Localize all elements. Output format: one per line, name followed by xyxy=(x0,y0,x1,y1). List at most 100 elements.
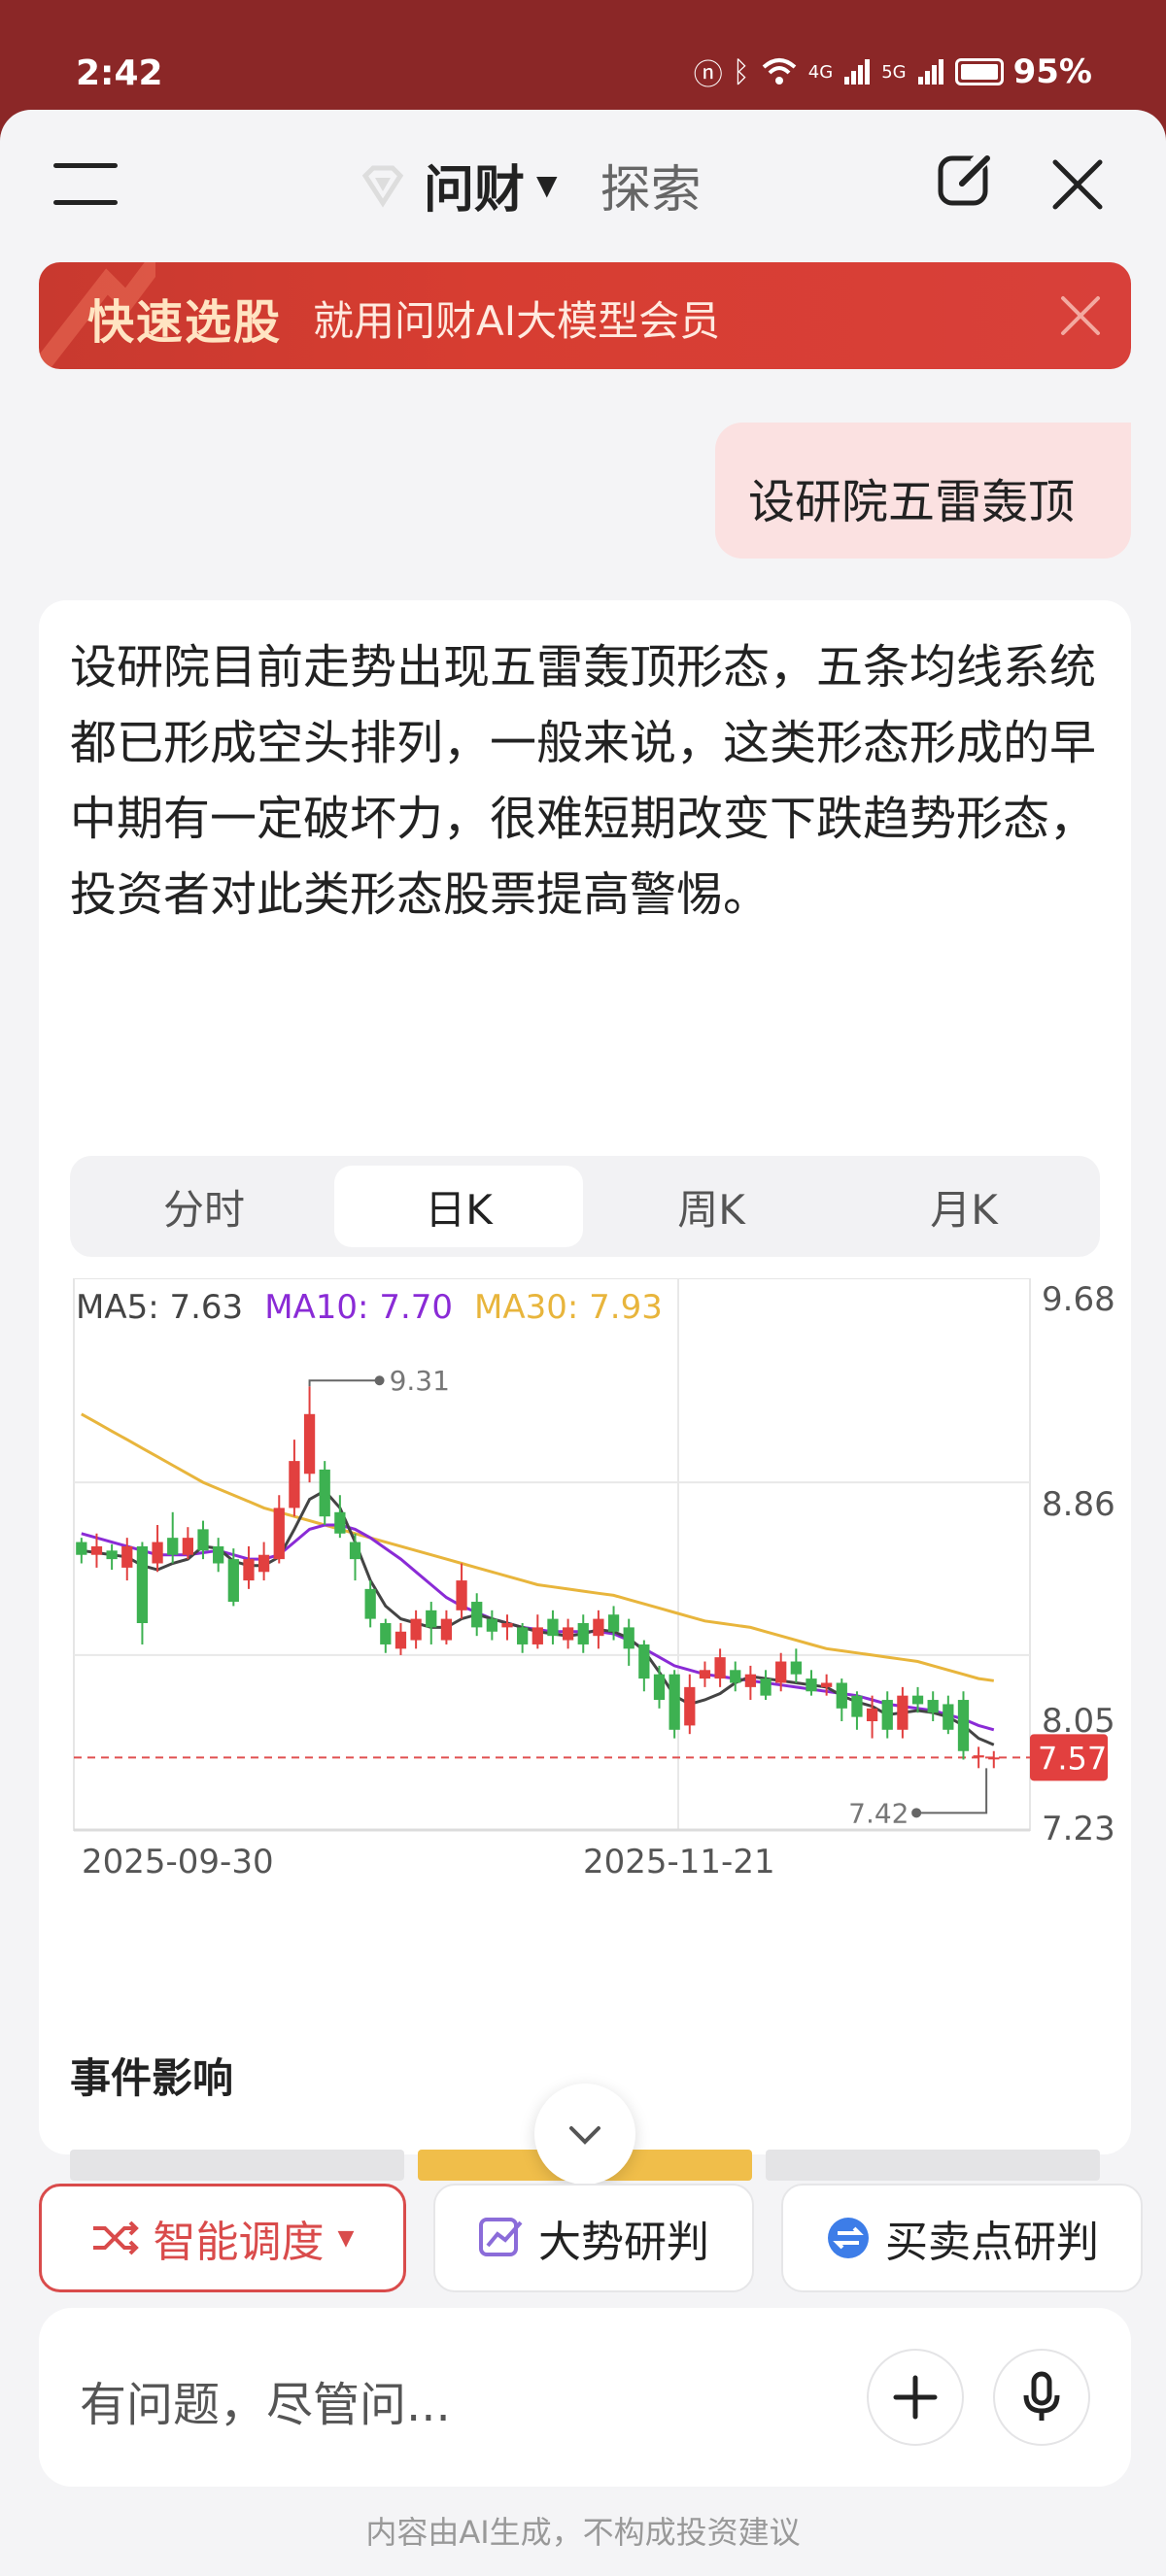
ma10-label: MA10: 7.70 xyxy=(264,1288,454,1327)
candle-body xyxy=(303,1413,316,1474)
network-5g-label: 5G xyxy=(881,61,907,83)
candle-body xyxy=(257,1554,270,1573)
candle-body xyxy=(167,1538,179,1555)
candle-body xyxy=(547,1618,559,1637)
k-period-tabs: 分时 日K 周K 月K xyxy=(70,1156,1100,1257)
current-price-label: 7.57 xyxy=(1038,1740,1107,1777)
candle-body xyxy=(684,1686,696,1726)
promo-subtitle: 就用问财AI大模型会员 xyxy=(313,297,721,345)
candle-body xyxy=(744,1674,757,1687)
battery-icon xyxy=(954,58,1004,85)
market-trend-button[interactable]: 大势研判 xyxy=(433,2184,754,2292)
candle-body xyxy=(517,1627,529,1644)
low-marker-dot xyxy=(911,1808,922,1818)
market-trend-label: 大势研判 xyxy=(538,2218,709,2267)
candle-body xyxy=(426,1610,437,1628)
microphone-icon xyxy=(1023,2371,1060,2421)
shuffle-icon xyxy=(92,2220,139,2255)
high-marker-dot xyxy=(374,1375,385,1386)
tab-label: 周K xyxy=(677,1185,745,1234)
low-marker-label: 7.42 xyxy=(848,1797,909,1829)
top-bar: 问财 ▼ 探索 xyxy=(0,110,1166,255)
candle-body xyxy=(669,1674,680,1730)
ma30-label: MA30: 7.93 xyxy=(474,1288,663,1327)
candle-body xyxy=(349,1542,361,1560)
candle-body xyxy=(213,1545,224,1564)
buy-sell-point-label: 买卖点研判 xyxy=(885,2218,1099,2267)
candle-body xyxy=(364,1588,376,1619)
candle-body xyxy=(973,1755,984,1758)
candle-body xyxy=(927,1700,939,1713)
event-impact-title: 事件影响 xyxy=(70,2054,234,2102)
kline-chart[interactable]: 9.31 7.42 9.68 8.86 8.05 7.23 7.57 2025-09-30 20… xyxy=(39,1278,1131,1881)
candle-body xyxy=(380,1622,392,1644)
candle-body xyxy=(152,1542,163,1564)
close-icon[interactable] xyxy=(1049,156,1106,213)
candle-body xyxy=(273,1508,285,1560)
promo-close-icon[interactable] xyxy=(1059,294,1102,337)
candle-body xyxy=(760,1678,772,1696)
candle-body xyxy=(410,1618,422,1641)
brand-switcher[interactable]: 问财 ▼ 探索 xyxy=(360,149,702,221)
status-time: 2:42 xyxy=(76,53,163,93)
signal-icon-2 xyxy=(917,59,943,85)
candle-body xyxy=(593,1618,604,1637)
ai-disclaimer: 内容由AI生成，不构成投资建议 xyxy=(365,2514,801,2551)
promo-banner[interactable]: 快速选股 就用问财AI大模型会员 xyxy=(39,262,1131,369)
candle-body xyxy=(577,1622,589,1644)
answer-card: 设研院目前走势出现五雷轰顶形态，五条均线系统都已形成空头排列，一般来说，这类形态… xyxy=(39,600,1131,2254)
add-button[interactable] xyxy=(867,2349,964,2446)
candle-body xyxy=(532,1627,543,1644)
candle-body xyxy=(440,1618,453,1641)
chat-input-placeholder: 有问题，尽管问... xyxy=(80,2378,451,2432)
candle-body xyxy=(836,1682,847,1709)
smart-dispatch-button[interactable]: 智能调度 ▼ xyxy=(39,2184,406,2292)
candle-body xyxy=(486,1618,497,1632)
tab-intraday[interactable]: 分时 xyxy=(80,1166,328,1247)
explore-tab[interactable]: 探索 xyxy=(600,149,702,221)
tab-monthly-k[interactable]: 月K xyxy=(840,1166,1088,1247)
candle-body xyxy=(121,1545,133,1568)
candle-body xyxy=(638,1644,650,1679)
trend-icon xyxy=(479,2218,523,2256)
candle-body xyxy=(471,1602,483,1628)
candle-body xyxy=(501,1622,513,1628)
user-message-bubble: 设研院五雷轰顶 xyxy=(715,423,1131,559)
candle-body xyxy=(289,1461,300,1508)
buy-sell-point-button[interactable]: 买卖点研判 xyxy=(781,2184,1143,2292)
battery-percent: 95% xyxy=(1012,52,1092,91)
exchange-icon xyxy=(828,2218,869,2258)
candle-body xyxy=(911,1695,924,1705)
tab-weekly-k[interactable]: 周K xyxy=(587,1166,836,1247)
ma-legend: MA5: 7.63 MA10: 7.70 MA30: 7.93 xyxy=(76,1288,663,1327)
status-icons: ⓝ ᛒ 4G 5G 95% xyxy=(694,51,1092,93)
voice-button[interactable] xyxy=(993,2349,1090,2446)
candle-body xyxy=(197,1529,209,1551)
user-message-text: 设研院五雷轰顶 xyxy=(748,475,1076,529)
candle-body xyxy=(730,1670,741,1683)
candle-body xyxy=(227,1559,239,1603)
candle-body xyxy=(182,1538,194,1555)
low-marker-line xyxy=(916,1768,988,1814)
chat-input[interactable]: 有问题，尽管问... xyxy=(39,2308,1131,2487)
candle-body xyxy=(456,1580,467,1610)
menu-icon[interactable] xyxy=(53,163,121,212)
tab-label: 月K xyxy=(930,1185,998,1234)
tab-label: 日K xyxy=(425,1185,493,1234)
signal-icon-1 xyxy=(844,59,871,85)
candle-body xyxy=(562,1627,574,1641)
candle-body xyxy=(106,1550,118,1560)
tab-daily-k[interactable]: 日K xyxy=(334,1166,583,1247)
candle-body xyxy=(136,1545,149,1623)
brand-name: 问财 xyxy=(424,161,526,220)
tab-label: 分时 xyxy=(162,1185,245,1234)
candle-body xyxy=(714,1657,726,1679)
caret-down-icon: ▼ xyxy=(337,2225,355,2251)
y-tick-label: 7.23 xyxy=(1042,1810,1115,1848)
smart-dispatch-label: 智能调度 xyxy=(153,2218,325,2267)
network-4g-label: 4G xyxy=(807,61,834,83)
candle-body xyxy=(653,1674,666,1701)
edit-icon[interactable] xyxy=(935,149,997,211)
answer-text: 设研院目前走势出现五雷轰顶形态，五条均线系统都已形成空头排列，一般来说，这类形态… xyxy=(70,640,1097,922)
app-sheet: 问财 ▼ 探索 快速选股 就用问财AI大模型会员 设研院五雷轰顶 设研院目前走势… xyxy=(0,110,1166,2576)
